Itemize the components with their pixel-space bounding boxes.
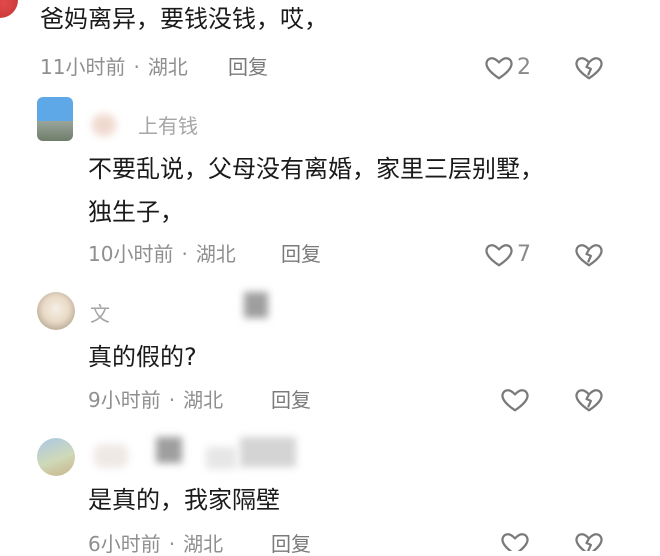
like-button[interactable] [484,239,514,269]
dislike-button[interactable] [574,384,604,414]
username[interactable]: 文 [90,302,110,326]
comment-location: 湖北 [147,55,188,79]
username[interactable]: 上有钱 [138,114,198,138]
heart-outline-icon [501,389,529,412]
like-button[interactable] [484,52,514,82]
user-badge [206,447,236,469]
user-badge [244,292,268,318]
reply-button[interactable]: 回复 [271,532,311,556]
comment-meta: 9小时前 · 湖北 [88,388,223,412]
comment-time: 6小时前 [88,532,161,556]
comment-time: 11小时前 [40,55,126,79]
dislike-button[interactable] [574,528,604,551]
broken-heart-icon [575,244,603,267]
comment-meta: 11小时前 · 湖北 [40,55,188,79]
avatar[interactable] [37,438,75,476]
heart-outline-icon [501,533,529,551]
meta-separator: · [133,55,140,79]
meta-separator: · [181,242,188,266]
heart-outline-icon [485,244,513,267]
broken-heart-icon [575,533,603,551]
avatar[interactable] [37,97,73,141]
comment-location: 湖北 [183,388,224,412]
comment-text: 爸妈离异，要钱没钱，哎， [40,5,328,33]
like-count: 7 [517,242,531,267]
comment-time: 10小时前 [88,242,174,266]
user-badge [156,437,182,463]
comment-time: 9小时前 [88,388,161,412]
user-badge [92,114,116,136]
comment-text-line-1: 不要乱说，父母没有离婚，家里三层别墅， [88,155,544,183]
reply-button[interactable]: 回复 [281,242,321,266]
comment-text: 是真的，我家隔壁 [88,486,280,514]
user-badge [240,437,296,467]
comment-text-line-2: 独生子， [88,198,184,226]
username-blurred [94,444,128,468]
comment-meta: 10小时前 · 湖北 [88,242,236,266]
broken-heart-icon [575,57,603,80]
meta-separator: · [168,532,176,556]
meta-separator: · [168,388,176,412]
like-count: 2 [517,55,531,80]
avatar[interactable] [0,0,18,18]
avatar[interactable] [37,292,75,330]
reply-button[interactable]: 回复 [228,55,268,79]
comment-meta: 6小时前 · 湖北 [88,532,223,556]
like-button[interactable] [500,528,530,551]
dislike-button[interactable] [574,239,604,269]
broken-heart-icon [575,389,603,412]
heart-outline-icon [485,57,513,80]
reply-button[interactable]: 回复 [271,388,311,412]
dislike-button[interactable] [574,52,604,82]
like-button[interactable] [500,384,530,414]
comment-location: 湖北 [183,532,224,556]
comment-location: 湖北 [195,242,236,266]
comment-text: 真的假的? [88,343,197,371]
